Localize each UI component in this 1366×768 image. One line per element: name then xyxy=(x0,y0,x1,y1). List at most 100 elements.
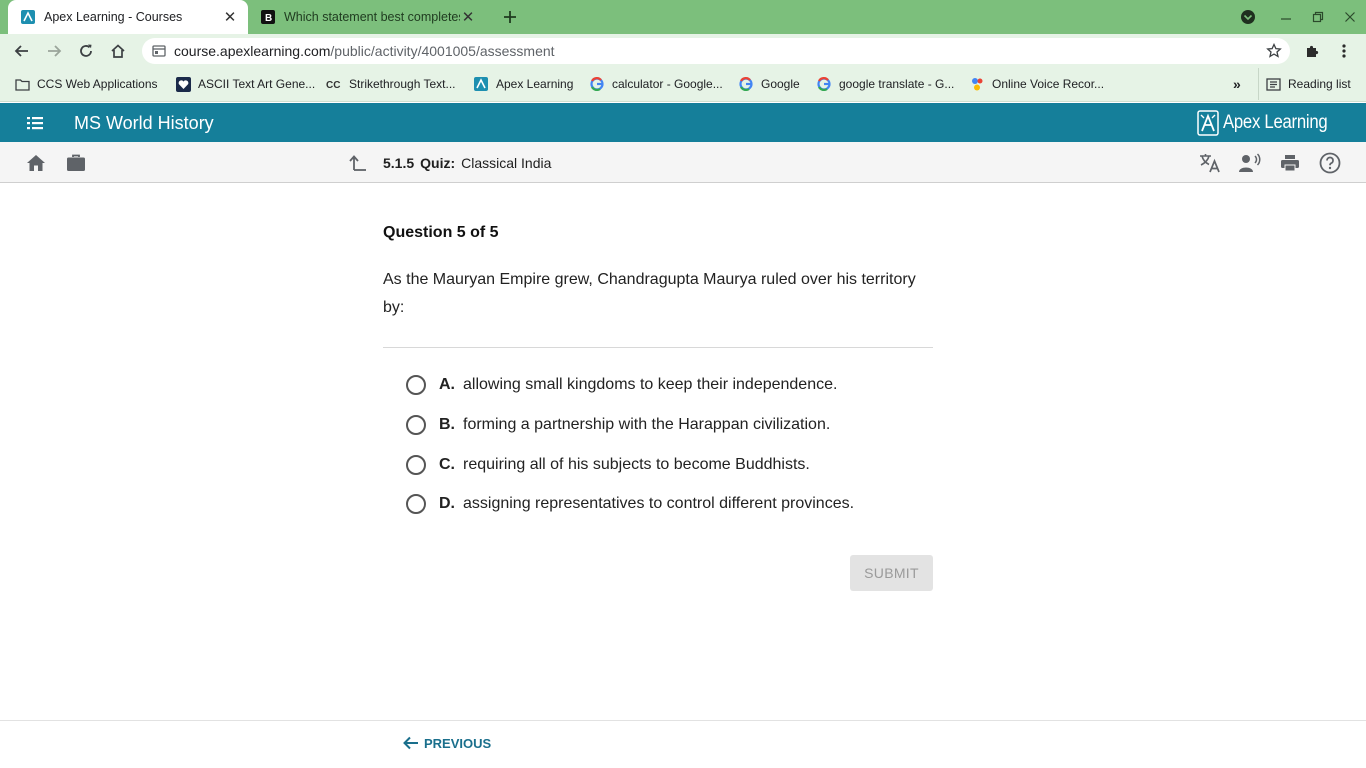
help-button[interactable] xyxy=(1319,152,1341,174)
option-text: requiring all of his subjects to become … xyxy=(463,456,810,473)
bookmark-strikethrough-text[interactable]: CC Strikethrough Text... xyxy=(326,68,456,100)
brand-name: Apex Learning xyxy=(1223,112,1328,133)
close-icon[interactable]: ✕ xyxy=(222,9,238,26)
bookmarks-overflow-button[interactable]: » xyxy=(1233,68,1241,100)
browser-tab-strip: Apex Learning - Courses ✕ B Which statem… xyxy=(0,0,1366,34)
apex-icon xyxy=(20,9,36,25)
answer-option-c[interactable]: C. requiring all of his subjects to beco… xyxy=(406,453,810,477)
question-prompt: As the Mauryan Empire grew, Chandragupta… xyxy=(383,271,916,316)
svg-text:B: B xyxy=(265,13,272,24)
puzzle-icon xyxy=(1307,45,1319,57)
bookmark-label: CCS Web Applications xyxy=(37,77,158,91)
tab-brainly[interactable]: B Which statement best completes ✕ xyxy=(252,0,486,34)
bookmark-ascii-text-art[interactable]: ASCII Text Art Gene... xyxy=(175,68,315,100)
bookmark-label: ASCII Text Art Gene... xyxy=(198,77,316,91)
app-header: MS World History Apex Learning xyxy=(0,103,1366,142)
close-icon xyxy=(1345,12,1355,22)
option-text: allowing small kingdoms to keep their in… xyxy=(463,376,838,393)
option-text: forming a partnership with the Harappan … xyxy=(463,416,831,433)
bookmark-star-icon[interactable] xyxy=(1266,42,1282,59)
google-icon xyxy=(738,76,754,92)
forward-button[interactable] xyxy=(41,38,67,64)
lesson-number: 5.1.5 xyxy=(383,155,415,171)
radio-button[interactable] xyxy=(406,494,426,514)
address-bar[interactable]: course.apexlearning.com/public/activity/… xyxy=(142,38,1290,64)
answer-option-b[interactable]: B. forming a partnership with the Harapp… xyxy=(406,413,830,437)
browser-menu-button[interactable] xyxy=(1331,38,1357,64)
translate-icon xyxy=(1200,154,1220,173)
course-title: MS World History xyxy=(74,113,214,133)
restore-icon xyxy=(1312,11,1324,23)
restore-button[interactable] xyxy=(1306,5,1330,29)
arrow-right-icon xyxy=(48,45,62,57)
briefcase-icon xyxy=(67,154,85,171)
answer-option-a[interactable]: A. allowing small kingdoms to keep their… xyxy=(406,373,837,397)
question-counter: Question 5 of 5 xyxy=(383,224,499,241)
arrow-up-left-icon xyxy=(349,155,366,171)
home-icon xyxy=(27,155,45,171)
minimize-button[interactable] xyxy=(1274,5,1298,29)
bookmarks-bar: CCS Web Applications ASCII Text Art Gene… xyxy=(0,68,1366,102)
folder-icon xyxy=(14,76,30,92)
read-aloud-button[interactable] xyxy=(1239,152,1261,174)
reading-list-button[interactable]: Reading list xyxy=(1258,68,1351,100)
apex-logo-icon xyxy=(1197,110,1220,136)
apex-icon xyxy=(473,76,489,92)
printer-icon xyxy=(1281,155,1299,172)
translate-button[interactable] xyxy=(1199,152,1221,174)
brainly-icon: B xyxy=(260,9,276,25)
answer-option-d[interactable]: D. assigning representatives to control … xyxy=(406,492,854,516)
bookmark-label: Apex Learning xyxy=(496,77,574,91)
close-window-button[interactable] xyxy=(1338,5,1362,29)
minimize-icon xyxy=(1281,18,1291,20)
radio-button[interactable] xyxy=(406,375,426,395)
home-button[interactable] xyxy=(105,38,131,64)
briefcase-button[interactable] xyxy=(65,152,87,174)
print-button[interactable] xyxy=(1279,152,1301,174)
reading-list-label: Reading list xyxy=(1288,77,1351,91)
activity-toolbar: 5.1.5 Quiz: Classical India xyxy=(0,142,1366,183)
new-tab-button[interactable] xyxy=(498,5,522,29)
radio-button[interactable] xyxy=(406,455,426,475)
tab-apex-courses[interactable]: Apex Learning - Courses ✕ xyxy=(8,0,248,34)
bookmark-online-voice-recorder[interactable]: Online Voice Recor... xyxy=(969,68,1104,100)
activity-title: 5.1.5 Quiz: Classical India xyxy=(383,155,551,171)
bookmark-google[interactable]: Google xyxy=(738,68,800,100)
extensions-button[interactable] xyxy=(1299,38,1325,64)
bookmark-ccs-web-applications[interactable]: CCS Web Applications xyxy=(14,68,158,100)
tab-title: Which statement best completes xyxy=(284,10,460,24)
url-text: course.apexlearning.com/public/activity/… xyxy=(174,43,555,59)
bookmark-label: Google xyxy=(761,77,800,91)
cc-icon: CC xyxy=(326,76,342,92)
option-letter: B. xyxy=(439,416,455,433)
bookmark-google-translate[interactable]: google translate - G... xyxy=(816,68,954,100)
bookmark-label: Online Voice Recor... xyxy=(992,77,1105,91)
arrow-left-icon xyxy=(14,45,28,57)
home-button[interactable] xyxy=(25,152,47,174)
option-letter: D. xyxy=(439,495,455,512)
svg-text:CC: CC xyxy=(326,80,340,91)
google-icon xyxy=(589,76,605,92)
submit-button[interactable]: SUBMIT xyxy=(850,555,933,591)
apex-learning-logo: Apex Learning xyxy=(1197,109,1342,137)
page-info-icon[interactable] xyxy=(152,44,166,58)
up-level-button[interactable] xyxy=(347,152,369,174)
speaker-person-icon xyxy=(1239,153,1261,172)
previous-label: PREVIOUS xyxy=(424,735,492,751)
radio-button[interactable] xyxy=(406,415,426,435)
home-icon xyxy=(111,44,125,58)
bookmark-apex-learning[interactable]: Apex Learning xyxy=(473,68,573,100)
reload-button[interactable] xyxy=(73,38,99,64)
back-button[interactable] xyxy=(9,38,35,64)
bookmark-label: calculator - Google... xyxy=(612,77,723,91)
course-menu-button[interactable] xyxy=(24,112,48,134)
close-icon[interactable]: ✕ xyxy=(460,9,476,26)
previous-button[interactable]: PREVIOUS xyxy=(402,735,491,751)
activity-type: Quiz: xyxy=(420,155,456,171)
google-icon xyxy=(816,76,832,92)
activity-name: Classical India xyxy=(461,155,552,171)
option-letter: C. xyxy=(439,456,455,473)
tab-search-button[interactable] xyxy=(1236,5,1260,29)
plus-icon xyxy=(504,11,516,23)
bookmark-calculator-google[interactable]: calculator - Google... xyxy=(589,68,723,100)
